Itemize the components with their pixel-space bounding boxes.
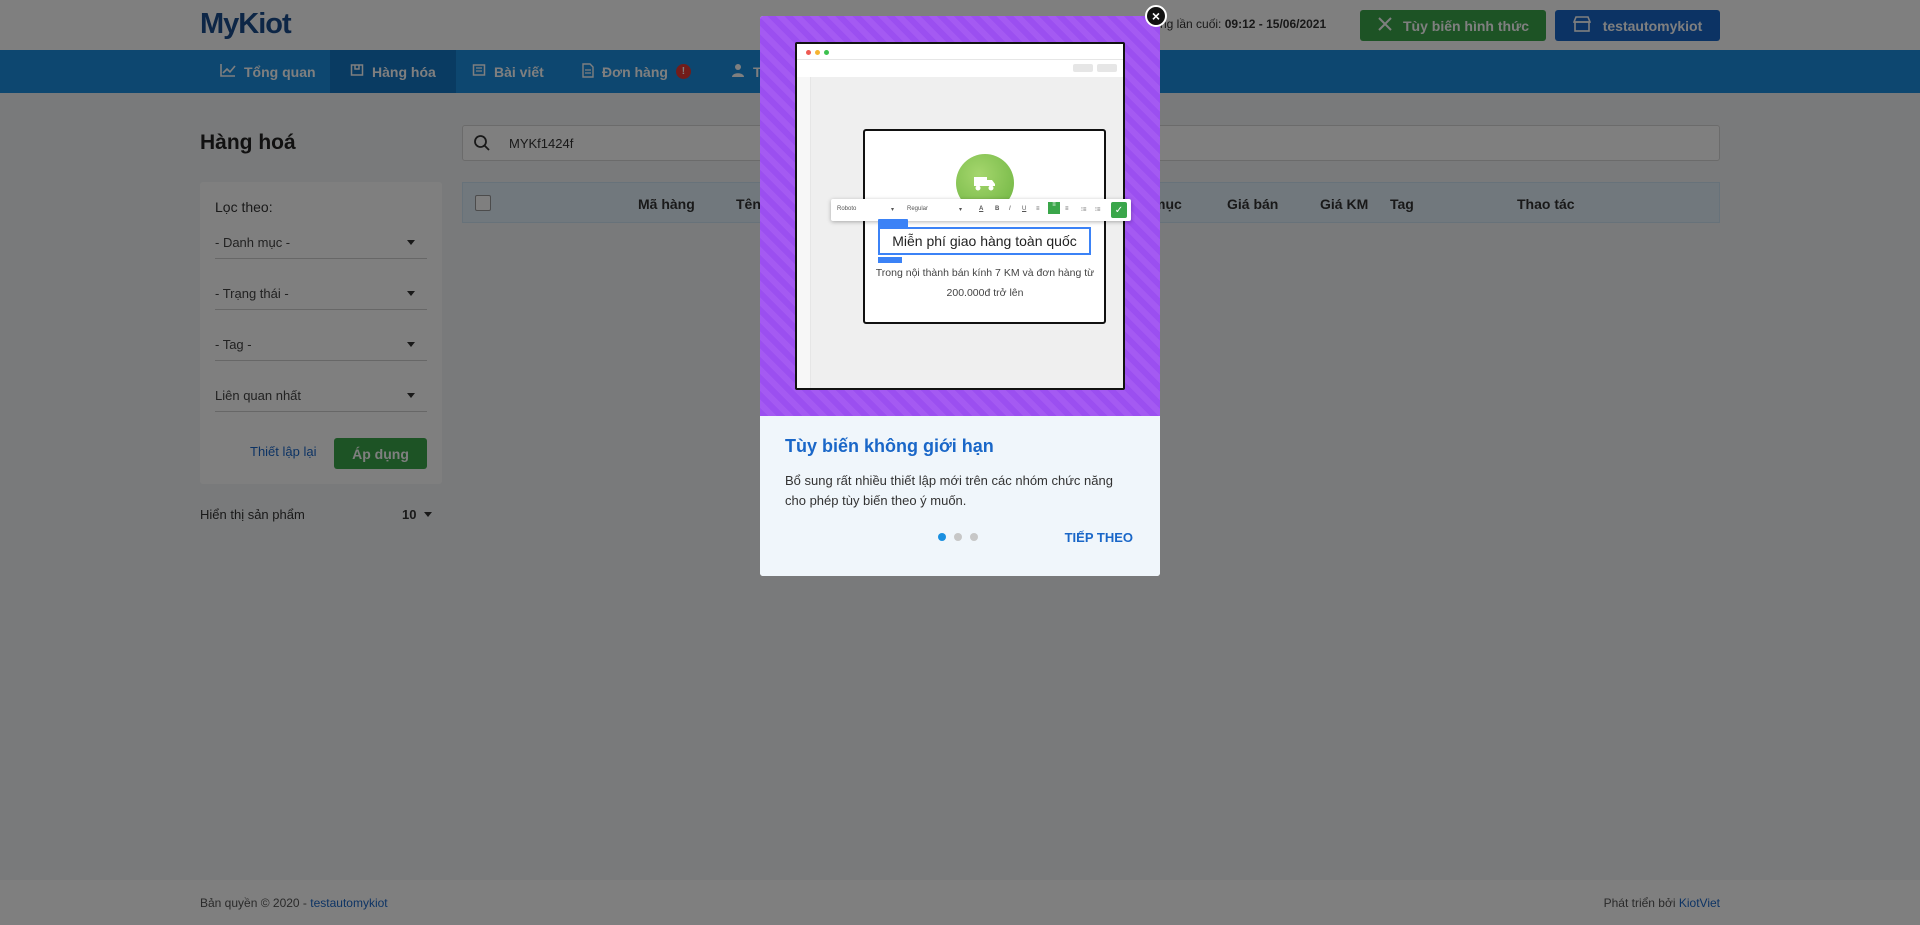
underline-icon: U: [1022, 206, 1027, 212]
mock-body-text: Trong nội thành bán kính 7 KM và đơn hàn…: [875, 267, 1095, 299]
modal-title: Tùy biến không giới hạn: [785, 436, 994, 456]
align-left-icon: ≡: [1036, 206, 1040, 212]
modal-content: Tùy biến không giới hạn Bổ sung rất nhiề…: [760, 416, 1160, 576]
align-right-icon: ≡: [1065, 206, 1069, 212]
mock-titlebar: [797, 44, 1123, 60]
pager-dot-active[interactable]: [938, 533, 946, 541]
italic-icon: I: [1009, 206, 1011, 212]
list-ordered-icon: ⁝≡: [1081, 207, 1087, 213]
mock-card: Roboto ▾ Regular ▾ A B I U ≡ ≡ ≡ ⁝≡ ⁝≡ ✓: [831, 129, 1131, 324]
window-dot-icon: [824, 50, 829, 55]
close-icon[interactable]: ×: [1145, 5, 1167, 27]
mock-heading: Miễn phí giao hàng toàn quốc: [878, 227, 1091, 255]
modal-description: Bổ sung rất nhiều thiết lập mới trên các…: [785, 473, 1113, 508]
pager-dot[interactable]: [954, 533, 962, 541]
onboarding-modal: Roboto ▾ Regular ▾ A B I U ≡ ≡ ≡ ⁝≡ ⁝≡ ✓: [760, 16, 1160, 576]
mock-font-weight: Regular: [907, 206, 929, 212]
modal-illustration: Roboto ▾ Regular ▾ A B I U ≡ ≡ ≡ ⁝≡ ⁝≡ ✓: [760, 16, 1160, 416]
check-icon: ✓: [1111, 202, 1127, 218]
window-dot-icon: [815, 50, 820, 55]
chevron-down-icon: ▾: [959, 207, 963, 213]
mock-font-name: Roboto: [837, 206, 857, 212]
text-color-icon: A: [979, 206, 984, 212]
mock-sidebar: [797, 77, 811, 388]
mock-text-toolbar: Roboto ▾ Regular ▾ A B I U ≡ ≡ ≡ ⁝≡ ⁝≡ ✓: [831, 199, 1131, 221]
mock-toolbar-pill: [1073, 64, 1093, 72]
bold-icon: B: [995, 206, 1000, 212]
chevron-down-icon: ▾: [891, 207, 895, 213]
next-button[interactable]: TIẾP THEO: [1065, 530, 1133, 545]
mock-toolbar-pill: [1097, 64, 1117, 72]
window-dot-icon: [806, 50, 811, 55]
align-center-icon: ≡: [1048, 202, 1060, 214]
mock-canvas: Roboto ▾ Regular ▾ A B I U ≡ ≡ ≡ ⁝≡ ⁝≡ ✓: [811, 77, 1131, 388]
list-bullet-icon: ⁝≡: [1095, 207, 1101, 213]
pager-dot[interactable]: [970, 533, 978, 541]
mock-editor-window: Roboto ▾ Regular ▾ A B I U ≡ ≡ ≡ ⁝≡ ⁝≡ ✓: [795, 42, 1131, 390]
